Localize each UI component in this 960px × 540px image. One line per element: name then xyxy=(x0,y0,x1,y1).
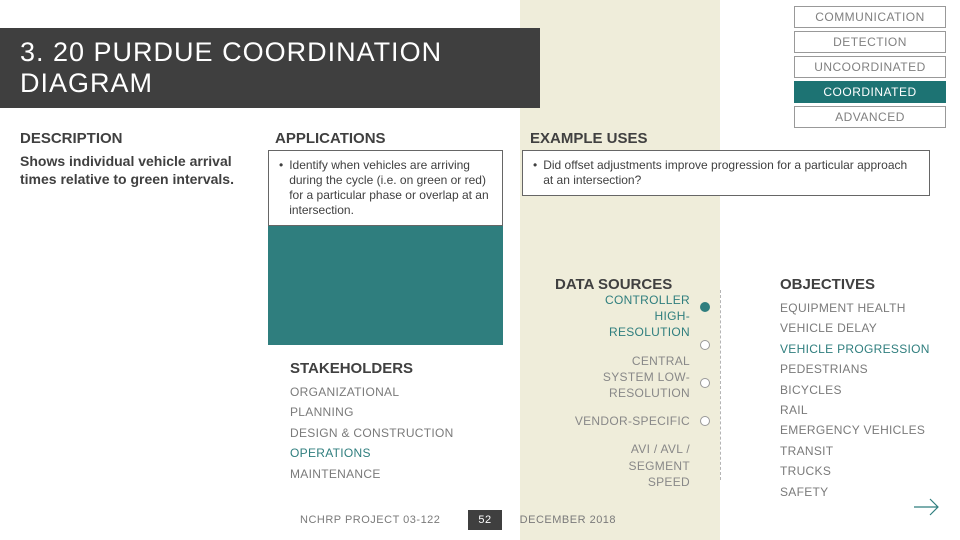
tag-coordinated: COORDINATED xyxy=(794,81,946,103)
footer-project: NCHRP PROJECT 03-122 xyxy=(300,514,440,526)
objective-item: EMERGENCY VEHICLES xyxy=(780,420,930,440)
title-bar: 3. 20 PURDUE COORDINATION DIAGRAM xyxy=(0,28,540,108)
objectives-heading: OBJECTIVES xyxy=(780,276,875,293)
tag-advanced: ADVANCED xyxy=(794,106,946,128)
dot-icon xyxy=(700,302,710,312)
connector-line xyxy=(720,290,721,480)
next-arrow-icon[interactable] xyxy=(912,495,942,526)
category-tags: COMMUNICATION DETECTION UNCOORDINATED CO… xyxy=(794,6,946,128)
stakeholder-item: PLANNING xyxy=(290,402,454,422)
data-source-central: CENTRALSYSTEM LOW-RESOLUTION xyxy=(520,353,690,402)
stakeholder-item-active: OPERATIONS xyxy=(290,443,454,463)
footer: NCHRP PROJECT 03-122 52 DECEMBER 2018 xyxy=(0,510,960,530)
description-text: Shows individual vehicle arrival times r… xyxy=(20,152,250,188)
stakeholders-heading: STAKEHOLDERS xyxy=(290,360,413,377)
objective-item-active: VEHICLE PROGRESSION xyxy=(780,339,930,359)
applications-bullet: Identify when vehicles are arriving duri… xyxy=(289,158,492,218)
tag-communication: COMMUNICATION xyxy=(794,6,946,28)
example-heading: EXAMPLE USES xyxy=(530,130,648,147)
stakeholder-item: ORGANIZATIONAL xyxy=(290,382,454,402)
page-title: 3. 20 PURDUE COORDINATION DIAGRAM xyxy=(20,37,520,99)
objective-item: SAFETY xyxy=(780,482,930,502)
applications-box: •Identify when vehicles are arriving dur… xyxy=(268,150,503,226)
footer-date: DECEMBER 2018 xyxy=(520,514,616,526)
footer-page: 52 xyxy=(468,510,501,530)
dot-icon xyxy=(700,416,710,426)
example-bullet: Did offset adjustments improve progressi… xyxy=(543,158,919,188)
objectives-list: EQUIPMENT HEALTH VEHICLE DELAY VEHICLE P… xyxy=(780,298,930,502)
stakeholder-item: DESIGN & CONSTRUCTION xyxy=(290,423,454,443)
stakeholders-list: ORGANIZATIONAL PLANNING DESIGN & CONSTRU… xyxy=(290,382,454,484)
objective-item: RAIL xyxy=(780,400,930,420)
objective-item: TRANSIT xyxy=(780,441,930,461)
accent-block xyxy=(268,205,503,345)
tag-uncoordinated: UNCOORDINATED xyxy=(794,56,946,78)
objective-item: BICYCLES xyxy=(780,380,930,400)
description-heading: DESCRIPTION xyxy=(20,130,123,147)
objective-item: EQUIPMENT HEALTH xyxy=(780,298,930,318)
objective-item: TRUCKS xyxy=(780,461,930,481)
data-source-dots xyxy=(700,302,710,454)
tag-detection: DETECTION xyxy=(794,31,946,53)
data-sources-list: CONTROLLERHIGH-RESOLUTION CENTRALSYSTEM … xyxy=(520,292,690,502)
applications-heading: APPLICATIONS xyxy=(275,130,386,147)
dot-icon xyxy=(700,378,710,388)
data-source-avi: AVI / AVL /SEGMENTSPEED xyxy=(520,441,690,490)
stakeholder-item: MAINTENANCE xyxy=(290,464,454,484)
objective-item: PEDESTRIANS xyxy=(780,359,930,379)
dot-icon xyxy=(700,340,710,350)
data-source-controller: CONTROLLERHIGH-RESOLUTION xyxy=(520,292,690,341)
objective-item: VEHICLE DELAY xyxy=(780,318,930,338)
data-sources-heading: DATA SOURCES xyxy=(555,276,672,293)
data-source-vendor: VENDOR-SPECIFIC xyxy=(520,413,690,429)
example-box: •Did offset adjustments improve progress… xyxy=(522,150,930,196)
